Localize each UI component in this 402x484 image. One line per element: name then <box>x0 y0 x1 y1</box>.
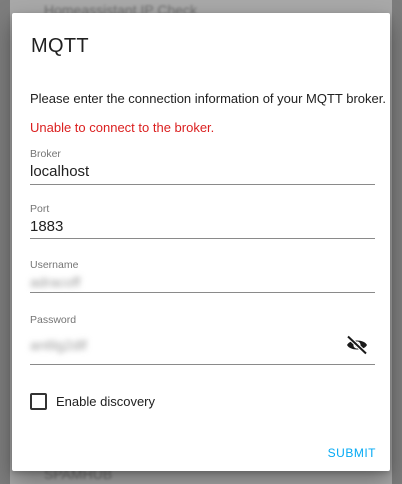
port-input[interactable]: 1883 <box>30 218 63 235</box>
broker-input[interactable]: localhost <box>30 163 89 180</box>
dialog-title: MQTT <box>31 35 89 57</box>
enable-discovery-checkbox[interactable] <box>30 392 47 410</box>
broker-field[interactable]: Broker localhost <box>30 148 375 185</box>
username-label: Username <box>30 259 79 271</box>
username-input[interactable]: adracoff <box>30 274 80 290</box>
username-field[interactable]: Username adracoff <box>30 259 375 293</box>
password-label: Password <box>30 314 77 326</box>
password-field[interactable]: Password an6lg2dlf <box>30 314 375 365</box>
mqtt-config-dialog: MQTT Please enter the connection informa… <box>12 13 390 471</box>
password-input[interactable]: an6lg2dlf <box>30 337 87 353</box>
port-label: Port <box>30 203 50 215</box>
enable-discovery-label[interactable]: Enable discovery <box>56 394 155 409</box>
dialog-description: Please enter the connection information … <box>30 91 386 106</box>
eye-off-icon[interactable] <box>345 335 369 355</box>
enable-discovery-row[interactable]: Enable discovery <box>30 392 155 410</box>
connection-error-message: Unable to connect to the broker. <box>30 120 215 135</box>
submit-button[interactable]: SUBMIT <box>328 446 376 460</box>
broker-label: Broker <box>30 148 61 160</box>
port-field[interactable]: Port 1883 <box>30 203 375 239</box>
